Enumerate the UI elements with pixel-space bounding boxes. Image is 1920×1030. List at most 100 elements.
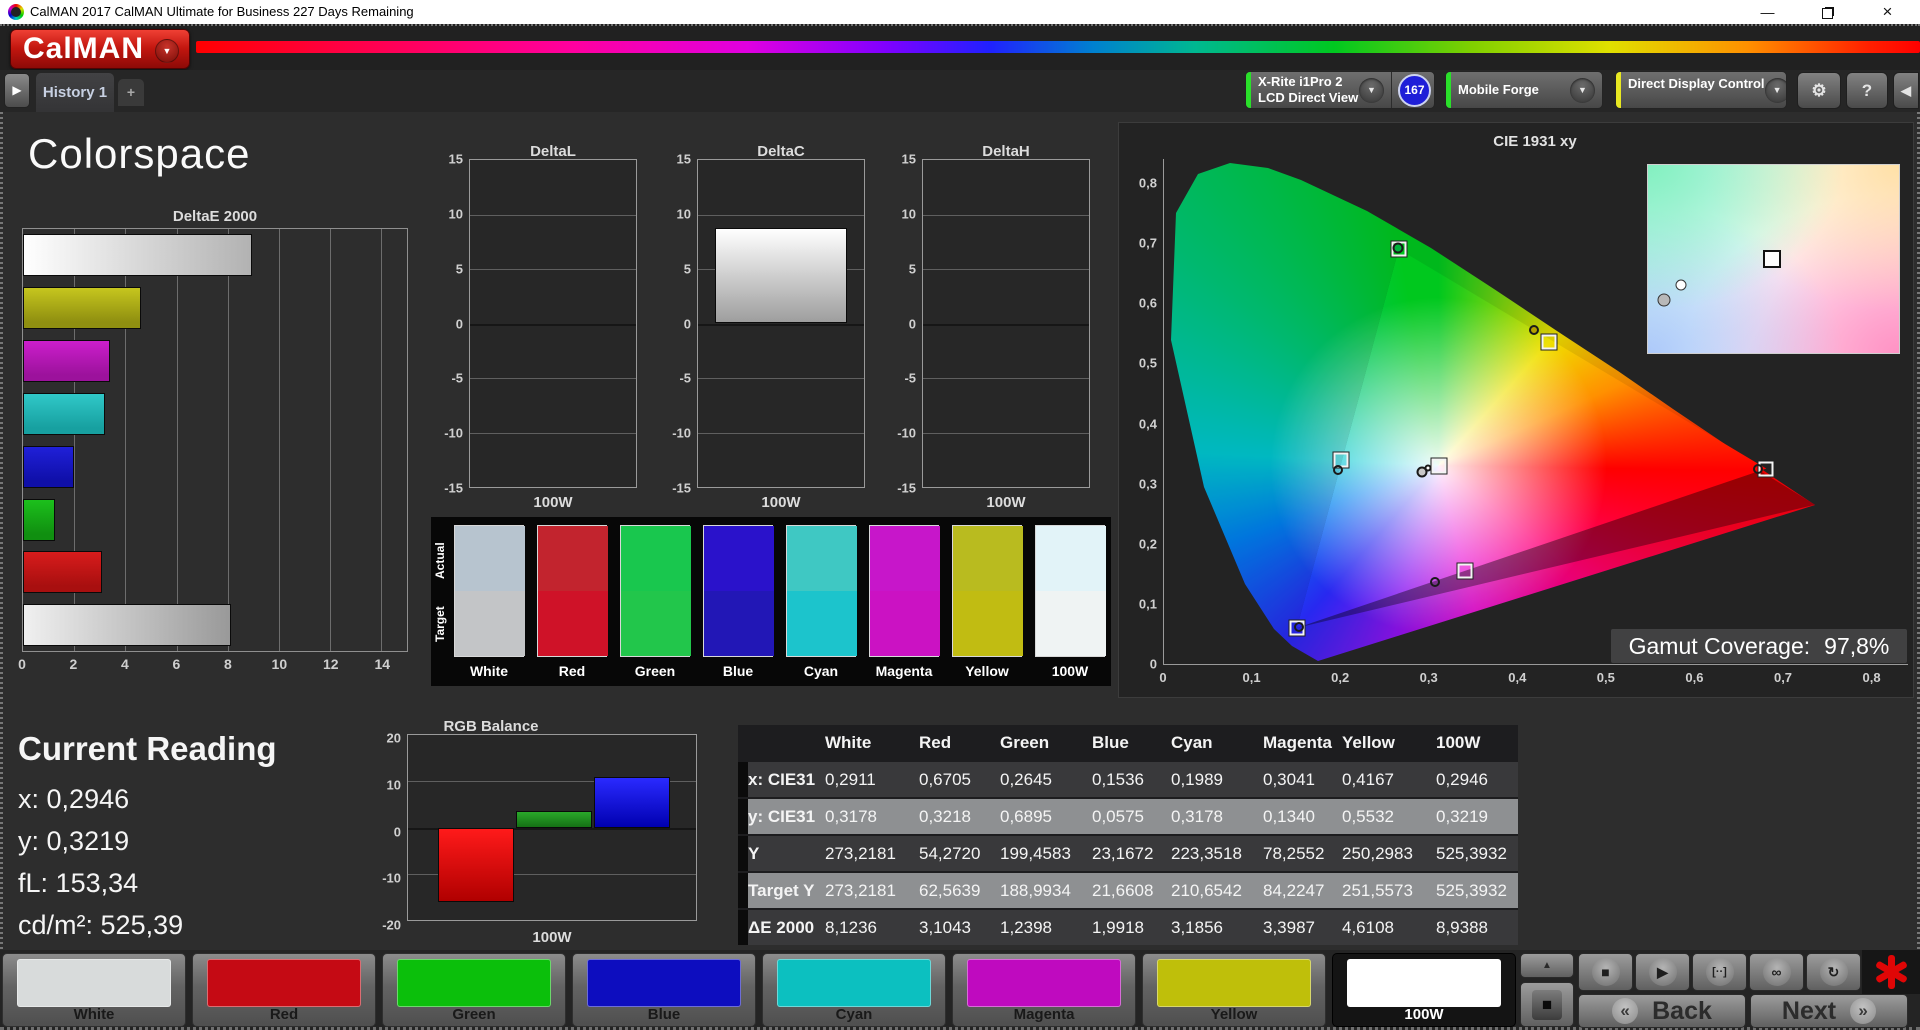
meter-count-badge[interactable]: 167 bbox=[1398, 73, 1431, 107]
meter-selector[interactable]: X-Rite i1Pro 2 LCD Direct View ▼ 167 bbox=[1245, 71, 1435, 109]
chart-title: DeltaH bbox=[982, 143, 1030, 160]
range-button[interactable]: [··] bbox=[1692, 953, 1747, 991]
pattern-swatch bbox=[1157, 959, 1311, 1007]
source-label: Mobile Forge bbox=[1458, 82, 1539, 97]
logo-dropdown-icon: ▼ bbox=[155, 39, 179, 63]
table-value: 23,1672 bbox=[1092, 836, 1171, 871]
pattern-button-cyan[interactable]: Cyan bbox=[762, 953, 946, 1027]
swatch-column-magenta: Magenta bbox=[869, 525, 940, 679]
actual-swatch bbox=[870, 526, 940, 591]
swatch-frame bbox=[620, 525, 691, 657]
gridline bbox=[923, 432, 1089, 434]
table-value: 0,1340 bbox=[1263, 799, 1342, 834]
refresh-button[interactable]: ↻ bbox=[1806, 953, 1861, 991]
loop-button[interactable]: ∞ bbox=[1749, 953, 1804, 991]
y-tick-label: 0 bbox=[455, 316, 463, 331]
y-tick-label: -10 bbox=[672, 425, 691, 441]
target-swatch bbox=[1036, 591, 1106, 656]
add-tab-button[interactable]: + bbox=[118, 79, 144, 106]
source-selector[interactable]: Mobile Forge ▼ bbox=[1445, 71, 1603, 109]
pattern-window-button[interactable]: ■ bbox=[1520, 982, 1574, 1027]
gridline bbox=[923, 323, 1089, 326]
pattern-button-magenta[interactable]: Magenta bbox=[952, 953, 1136, 1027]
gamut-coverage-readout: Gamut Coverage: 97,8% bbox=[1611, 629, 1907, 663]
delta-e-2000-chart: DeltaE 2000 0 2 4 6 8 10 12 14 bbox=[0, 208, 430, 684]
app-header: CalMAN ▼ bbox=[0, 24, 1920, 70]
chart-title: DeltaL bbox=[530, 143, 576, 160]
pattern-label: White bbox=[73, 1006, 115, 1023]
column-header-red: Red bbox=[919, 725, 1000, 760]
pattern-button-100w[interactable]: 100W bbox=[1332, 953, 1516, 1027]
table-value: 273,2181 bbox=[825, 873, 919, 908]
swatch-frame bbox=[537, 525, 608, 657]
next-button[interactable]: Next » bbox=[1750, 994, 1908, 1028]
current-reading-block: Current Reading x: 0,2946 y: 0,3219 fL: … bbox=[18, 730, 277, 946]
table-value: 0,3218 bbox=[919, 799, 1000, 834]
minimize-button[interactable]: — bbox=[1745, 0, 1790, 24]
display-control-selector[interactable]: Direct Display Control ▼ bbox=[1615, 71, 1787, 109]
meter-dropdown-icon[interactable]: ▼ bbox=[1359, 77, 1384, 103]
help-button[interactable]: ? bbox=[1846, 72, 1888, 109]
table-value: 0,1989 bbox=[1171, 762, 1263, 797]
table-value: 0,3219 bbox=[1436, 799, 1518, 834]
measured-marker-white-b bbox=[1424, 464, 1432, 472]
actual-row-label: Actual bbox=[433, 542, 447, 580]
column-header-yellow: Yellow bbox=[1342, 725, 1436, 760]
pattern-button-red[interactable]: Red bbox=[192, 953, 376, 1027]
x-tick-label: 0,7 bbox=[1773, 670, 1793, 685]
close-button[interactable]: × bbox=[1865, 0, 1910, 24]
stop-button[interactable]: ■ bbox=[1578, 953, 1633, 991]
red-asterisk-icon bbox=[1873, 954, 1909, 990]
maximize-button[interactable] bbox=[1805, 0, 1850, 24]
cie-x-axis: 0 0,1 0,2 0,3 0,4 0,5 0,6 0,7 0,8 bbox=[1159, 670, 1907, 688]
reading-x: x: 0,2946 bbox=[18, 784, 130, 814]
swatch-column-white: White bbox=[454, 525, 525, 679]
gridline bbox=[923, 378, 1089, 379]
row-strip bbox=[738, 873, 748, 908]
play-icon: ▶ bbox=[1648, 958, 1677, 986]
inset-target-square bbox=[1762, 250, 1781, 268]
calman-window: CalMAN 2017 CalMAN Ultimate for Business… bbox=[0, 0, 1920, 1030]
swatch-label: Yellow bbox=[965, 663, 1009, 679]
play-button[interactable]: ▶ bbox=[1635, 953, 1690, 991]
pattern-window-expand-button[interactable]: ▲ bbox=[1520, 953, 1574, 978]
help-icon: ? bbox=[1861, 81, 1873, 100]
y-tick-label: 10 bbox=[386, 777, 401, 793]
calman-menu-button[interactable]: CalMAN ▼ bbox=[10, 29, 190, 69]
collapse-icon: ◀ bbox=[1901, 83, 1911, 98]
back-button[interactable]: « Back bbox=[1578, 994, 1746, 1028]
source-dropdown-icon[interactable]: ▼ bbox=[1570, 77, 1595, 103]
y-tick-label: 0,1 bbox=[1138, 596, 1157, 612]
y-tick-label: 10 bbox=[448, 206, 463, 222]
collapse-panel-button[interactable]: ◀ bbox=[1893, 72, 1919, 109]
y-tick-label: 0 bbox=[908, 316, 916, 331]
settings-button[interactable]: ⚙ bbox=[1797, 72, 1841, 109]
display-dropdown-icon[interactable]: ▼ bbox=[1764, 77, 1786, 103]
gridline bbox=[176, 229, 178, 651]
x-tick-label: 8 bbox=[223, 656, 232, 672]
gridline bbox=[470, 378, 636, 379]
bar-white bbox=[23, 604, 231, 647]
table-value: 8,1236 bbox=[825, 910, 919, 945]
calman-logo: CalMAN bbox=[23, 32, 145, 65]
table-value: 78,2552 bbox=[1263, 836, 1342, 871]
swatch-frame bbox=[869, 525, 940, 657]
pattern-button-white[interactable]: White bbox=[2, 953, 186, 1027]
delta-e-chart-title: DeltaE 2000 bbox=[172, 208, 258, 225]
pattern-button-yellow[interactable]: Yellow bbox=[1142, 953, 1326, 1027]
table-value: 0,3178 bbox=[1171, 799, 1263, 834]
pattern-label: 100W bbox=[1404, 1006, 1444, 1023]
pattern-button-blue[interactable]: Blue bbox=[572, 953, 756, 1027]
y-tick-label: -20 bbox=[382, 917, 401, 933]
swatch-column-green: Green bbox=[620, 525, 691, 679]
pattern-button-green[interactable]: Green bbox=[382, 953, 566, 1027]
nav-forward-button[interactable]: ▶ bbox=[4, 73, 30, 108]
plot-area bbox=[407, 734, 697, 921]
table-value: 8,9388 bbox=[1436, 910, 1518, 945]
table-value: 4,6108 bbox=[1342, 910, 1436, 945]
tab-history-1[interactable]: History 1 bbox=[36, 73, 114, 112]
gridline bbox=[227, 229, 229, 651]
actual-swatch bbox=[787, 526, 857, 591]
column-header-100w: 100W bbox=[1436, 725, 1518, 760]
y-tick-label: 0 bbox=[683, 316, 691, 331]
